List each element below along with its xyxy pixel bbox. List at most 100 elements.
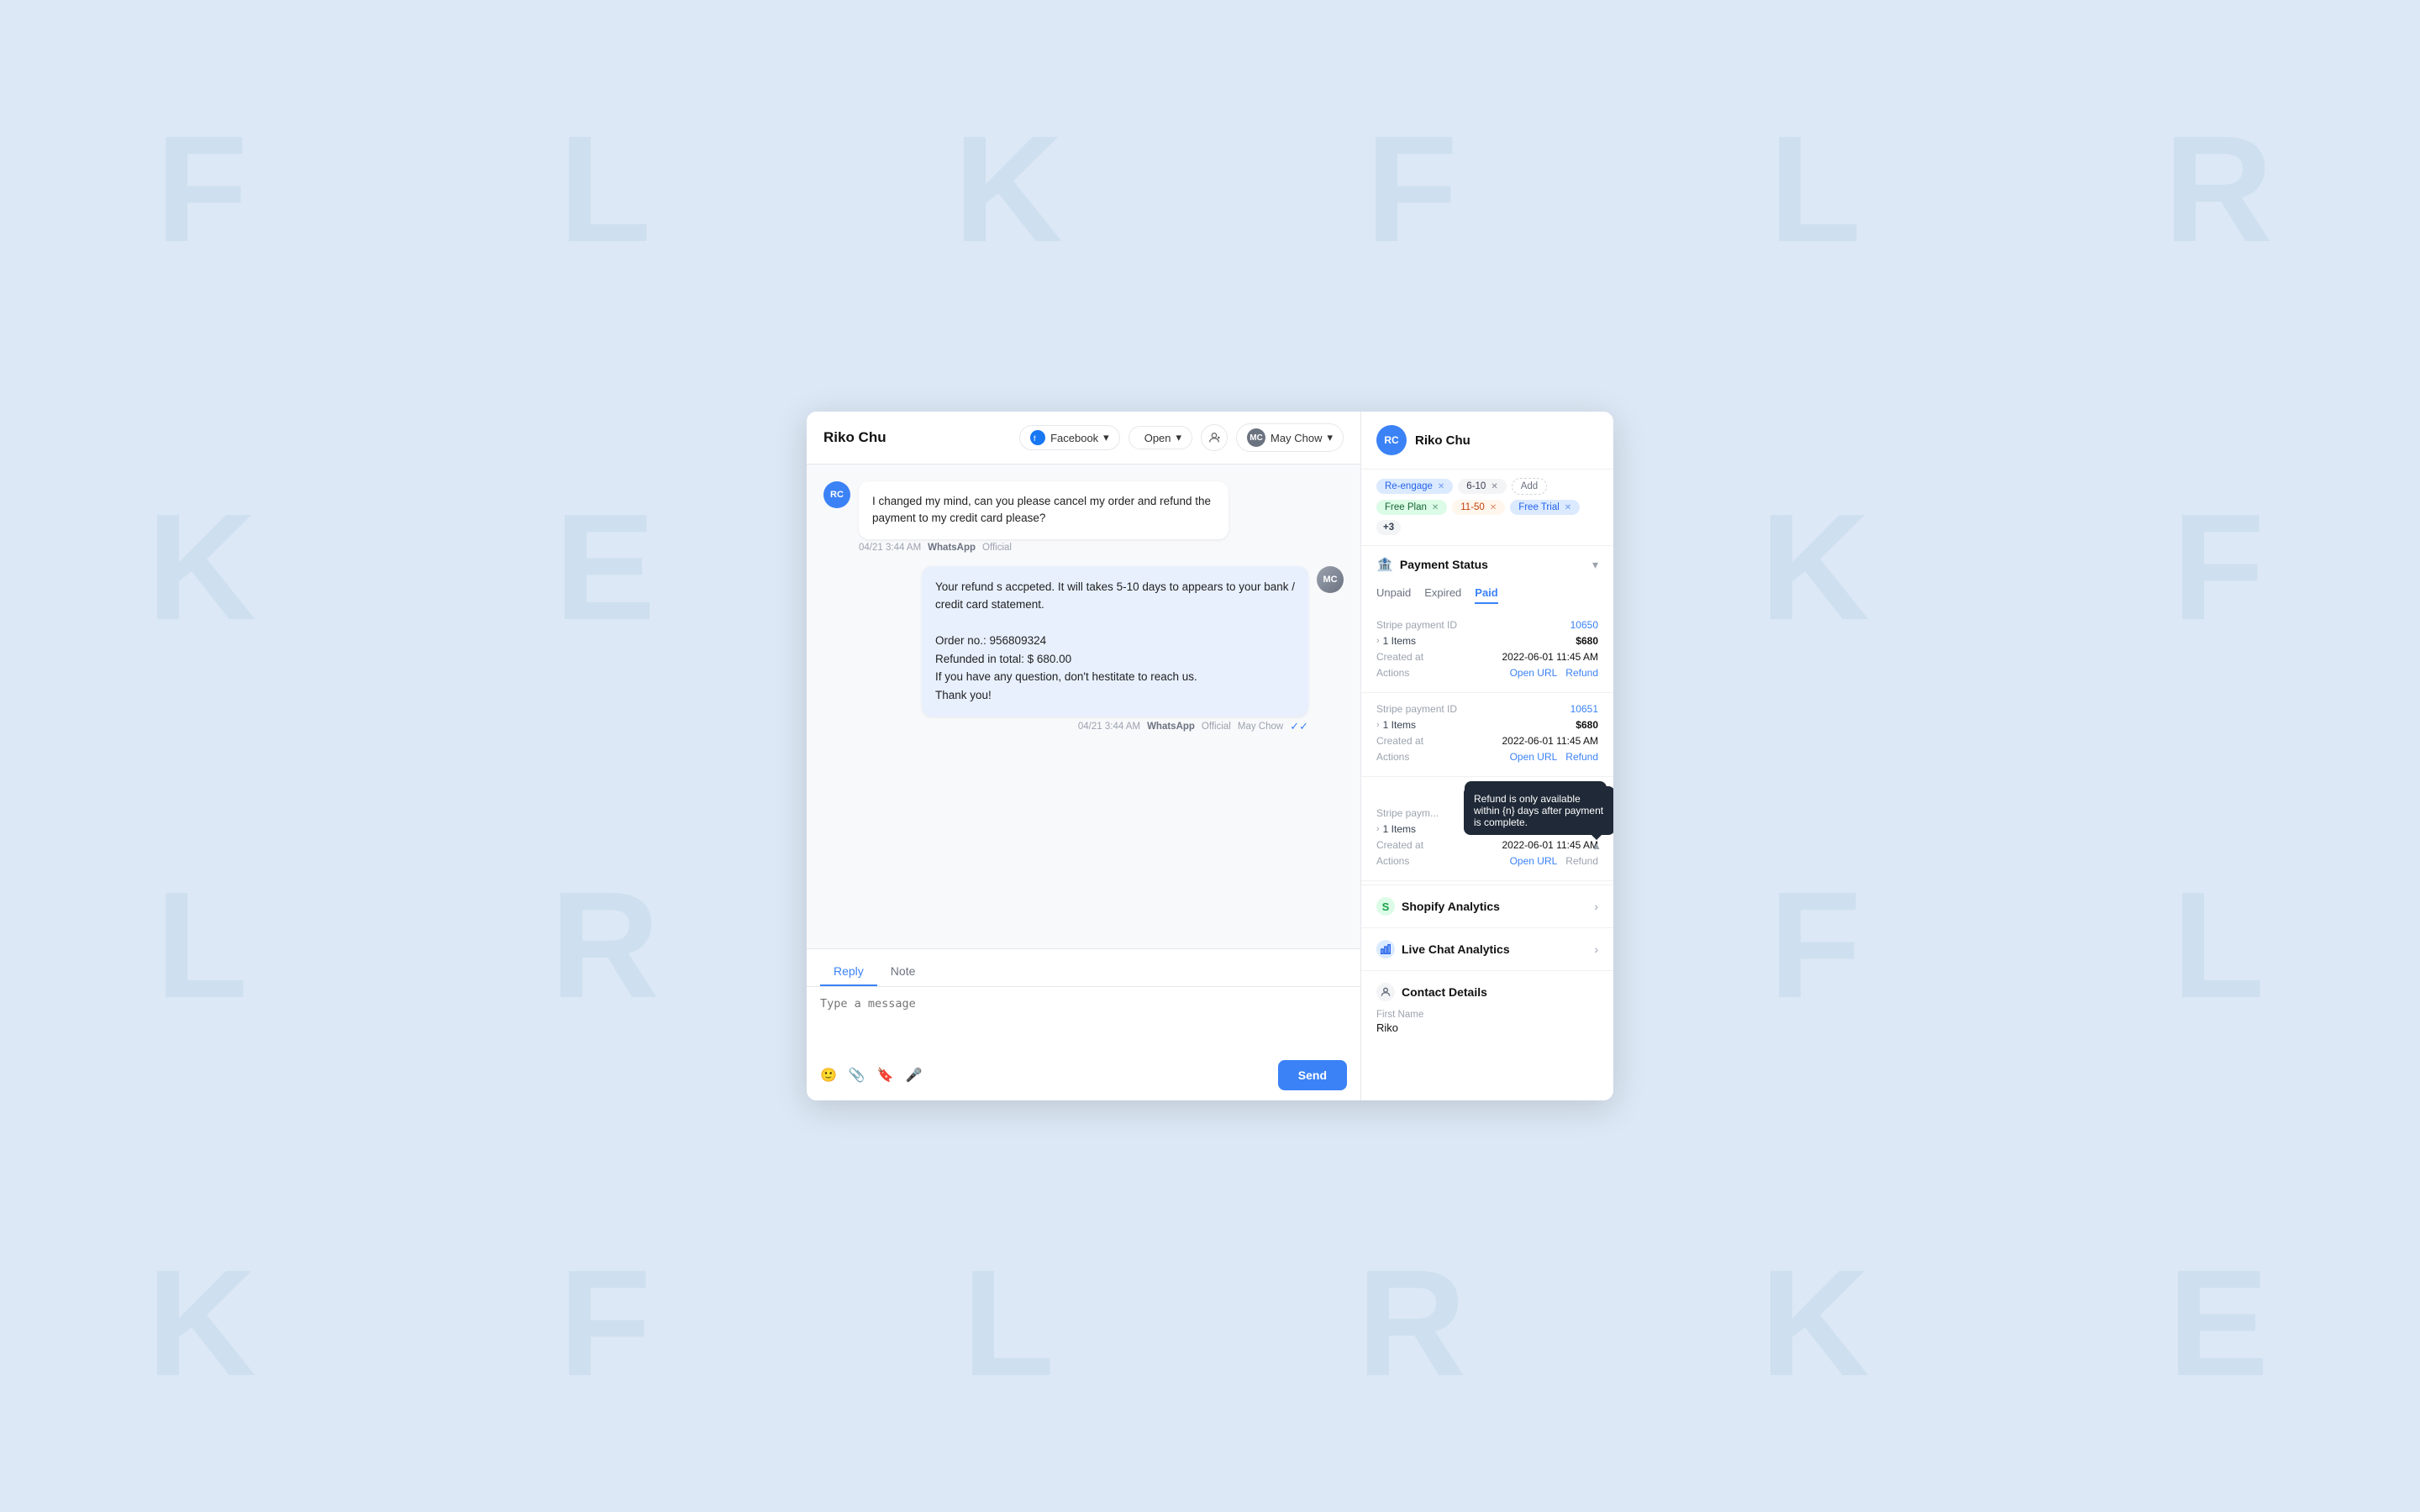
assignee-chevron-icon: ▾ [1327, 431, 1333, 444]
created-at-value-2: 2022-06-01 11:45 AM [1502, 735, 1598, 747]
tab-paid[interactable]: Paid [1475, 586, 1497, 604]
shopify-chevron-icon: › [1594, 900, 1598, 913]
sidebar-header: RC Riko Chu [1361, 412, 1613, 470]
message-outgoing: MC Your refund s accpeted. It will takes… [823, 566, 1344, 733]
outgoing-meta: 04/21 3:44 AM WhatsApp Official May Chow… [922, 720, 1308, 733]
reply-toolbar: 🙂 📎 🔖 🎤 Send [807, 1053, 1360, 1100]
channel-chevron-icon: ▾ [1103, 431, 1109, 444]
facebook-icon: f [1030, 430, 1045, 445]
reply-icons: 🙂 📎 🔖 🎤 [820, 1067, 923, 1084]
tags-area: Re-engage ✕ 6-10 ✕ Add Free Plan ✕ 11-50… [1361, 470, 1613, 546]
payment-row-id-1: Stripe payment ID 10650 [1376, 619, 1598, 631]
first-name-value: Riko [1376, 1021, 1598, 1034]
add-tag-button[interactable]: Add [1512, 478, 1547, 495]
created-at-row-1: Created at 2022-06-01 11:45 AM [1376, 651, 1598, 663]
items-chevron-2: › [1376, 720, 1380, 730]
tag-610[interactable]: 6-10 ✕ [1458, 479, 1506, 494]
contact-icon [1376, 983, 1395, 1001]
incoming-timestamp: 04/21 3:44 AM [859, 543, 921, 553]
status-selector[interactable]: Open ▾ [1128, 426, 1192, 449]
tag-freeplan[interactable]: Free Plan ✕ [1376, 500, 1447, 515]
tag-more[interactable]: +3 [1376, 520, 1401, 535]
stripe-id-label-3: Stripe paym... [1376, 807, 1439, 819]
chat-panel: Riko Chu f Facebook ▾ Open ▾ [807, 412, 1361, 1100]
outgoing-timestamp: 04/21 3:44 AM [1078, 722, 1140, 732]
chart-icon [1376, 940, 1395, 958]
tag-freetrial-label: Free Trial [1518, 502, 1560, 512]
reply-input-area [807, 987, 1360, 1053]
message-incoming: RC I changed my mind, can you please can… [823, 481, 1344, 553]
messages-area: RC I changed my mind, can you please can… [807, 465, 1360, 948]
payment-chevron-icon: ▾ [1592, 558, 1598, 572]
items-chevron-1: › [1376, 636, 1380, 646]
outgoing-assignee-name: May Chow [1238, 722, 1283, 732]
audio-icon[interactable]: 🎤 [906, 1067, 923, 1084]
outgoing-channel-type: Official [1202, 722, 1231, 732]
stripe-id-value-2[interactable]: 10651 [1570, 703, 1598, 715]
first-name-field: First Name Riko [1376, 1010, 1598, 1034]
incoming-meta: 04/21 3:44 AM WhatsApp Official [859, 543, 1228, 553]
sidebar-panel: RC Riko Chu Re-engage ✕ 6-10 ✕ Add Free … [1361, 412, 1613, 1100]
tag-1150-close[interactable]: ✕ [1490, 503, 1497, 512]
items-label-2: › 1 Items [1376, 719, 1416, 731]
tag-610-label: 6-10 [1466, 481, 1486, 491]
tag-freeplan-close[interactable]: ✕ [1432, 503, 1439, 512]
facebook-channel-selector[interactable]: f Facebook ▾ [1019, 425, 1120, 450]
created-at-value-1: 2022-06-01 11:45 AM [1502, 651, 1598, 663]
contact-details-label: Contact Details [1402, 985, 1487, 999]
created-at-row-3: Created at 2022-06-01 11:45 AM [1376, 839, 1598, 851]
created-at-label-3: Created at [1376, 839, 1423, 851]
tag-610-close[interactable]: ✕ [1491, 482, 1497, 491]
status-chevron-icon: ▾ [1176, 431, 1182, 444]
agent-avatar: MC [1317, 566, 1344, 593]
payment-icon: 🏦 [1376, 556, 1393, 573]
live-chat-analytics-section[interactable]: Live Chat Analytics › [1361, 928, 1613, 971]
sidebar-avatar-initials: RC [1384, 434, 1398, 446]
refund-days-tooltip: Refund is only available within {n} days… [1464, 786, 1613, 835]
open-url-link-1[interactable]: Open URL [1510, 667, 1558, 679]
bookmark-icon[interactable]: 🔖 [877, 1067, 894, 1084]
emoji-icon[interactable]: 🙂 [820, 1067, 837, 1084]
message-input[interactable] [820, 997, 1347, 1039]
contact-details-title: Contact Details [1376, 983, 1598, 1001]
assignee-avatar-icon: MC [1247, 428, 1265, 447]
shopify-analytics-section[interactable]: S Shopify Analytics › [1361, 885, 1613, 928]
refund-link-3[interactable]: Refund [1565, 855, 1598, 867]
refund-link-1[interactable]: Refund [1565, 667, 1598, 679]
actions-label-3: Actions [1376, 855, 1409, 867]
refund-link-2[interactable]: Refund [1565, 751, 1598, 763]
tag-reengage[interactable]: Re-engage ✕ [1376, 479, 1453, 494]
outgoing-channel: WhatsApp [1147, 722, 1195, 732]
actions-row-3: Actions Open URL ▲ Refund is only availa… [1376, 855, 1598, 867]
assign-button[interactable] [1201, 424, 1228, 451]
tag-reengage-label: Re-engage [1385, 481, 1433, 491]
tab-reply[interactable]: Reply [820, 958, 877, 986]
tag-freetrial[interactable]: Free Trial ✕ [1510, 500, 1580, 515]
reply-tabs: Reply Note [807, 949, 1360, 987]
open-url-link-3[interactable]: Open URL [1510, 855, 1558, 867]
outgoing-bubble: Your refund s accpeted. It will takes 5-… [922, 566, 1308, 717]
actions-row-2: Actions Open URL Refund [1376, 751, 1598, 763]
payment-status-header[interactable]: 🏦 Payment Status ▾ [1361, 546, 1613, 583]
tag-1150[interactable]: 11-50 ✕ [1452, 500, 1505, 515]
attachment-icon[interactable]: 📎 [849, 1067, 865, 1084]
tab-unpaid[interactable]: Unpaid [1376, 586, 1411, 604]
tag-reengage-close[interactable]: ✕ [1438, 482, 1444, 491]
send-button[interactable]: Send [1278, 1060, 1347, 1090]
tab-note[interactable]: Note [877, 958, 929, 986]
payment-tabs: Unpaid Expired Paid [1361, 583, 1613, 612]
tag-freeplan-label: Free Plan [1385, 502, 1427, 512]
actions-row-1: Actions Open URL Refund [1376, 667, 1598, 679]
header-controls: f Facebook ▾ Open ▾ [1019, 423, 1344, 452]
facebook-label: Facebook [1050, 432, 1098, 444]
sidebar-avatar: RC [1376, 425, 1407, 455]
payment-entry-2: Stripe payment ID 10651 › 1 Items $680 C… [1361, 696, 1613, 773]
incoming-channel: WhatsApp [928, 543, 976, 553]
tab-expired[interactable]: Expired [1424, 586, 1461, 604]
stripe-id-value-1[interactable]: 10650 [1570, 619, 1598, 631]
items-label-1: › 1 Items [1376, 635, 1416, 647]
open-url-link-2[interactable]: Open URL [1510, 751, 1558, 763]
assignee-selector[interactable]: MC May Chow ▾ [1236, 423, 1344, 452]
tag-freetrial-close[interactable]: ✕ [1565, 503, 1571, 512]
status-label: Open [1144, 432, 1171, 444]
